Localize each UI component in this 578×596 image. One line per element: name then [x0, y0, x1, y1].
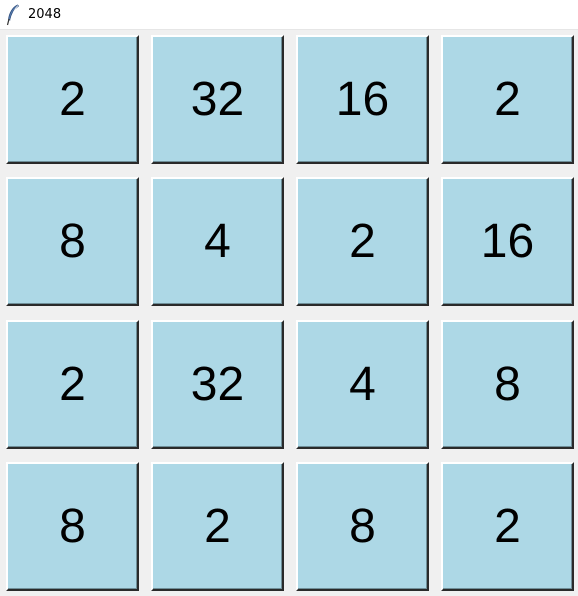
tile[interactable]: 8 [6, 177, 139, 306]
tile[interactable]: 2 [296, 177, 429, 306]
tile[interactable]: 2 [6, 320, 139, 449]
tile[interactable]: 32 [151, 35, 284, 164]
tile[interactable]: 4 [151, 177, 284, 306]
tile[interactable]: 4 [296, 320, 429, 449]
title-bar[interactable]: 2048 [0, 0, 578, 30]
game-board: 2 32 16 2 8 4 2 16 2 32 4 8 8 2 8 2 [0, 30, 578, 596]
tile[interactable]: 2 [6, 35, 139, 164]
tile[interactable]: 16 [441, 177, 574, 306]
tile[interactable]: 16 [296, 35, 429, 164]
tile[interactable]: 32 [151, 320, 284, 449]
tile[interactable]: 8 [6, 462, 139, 591]
window-title: 2048 [28, 7, 62, 22]
tile[interactable]: 2 [151, 462, 284, 591]
tile[interactable]: 2 [441, 462, 574, 591]
tile[interactable]: 8 [441, 320, 574, 449]
game-window: 2048 2 32 16 2 8 4 2 16 2 32 4 8 8 2 8 2 [0, 0, 578, 596]
tile[interactable]: 8 [296, 462, 429, 591]
feather-icon [5, 4, 21, 26]
tile[interactable]: 2 [441, 35, 574, 164]
